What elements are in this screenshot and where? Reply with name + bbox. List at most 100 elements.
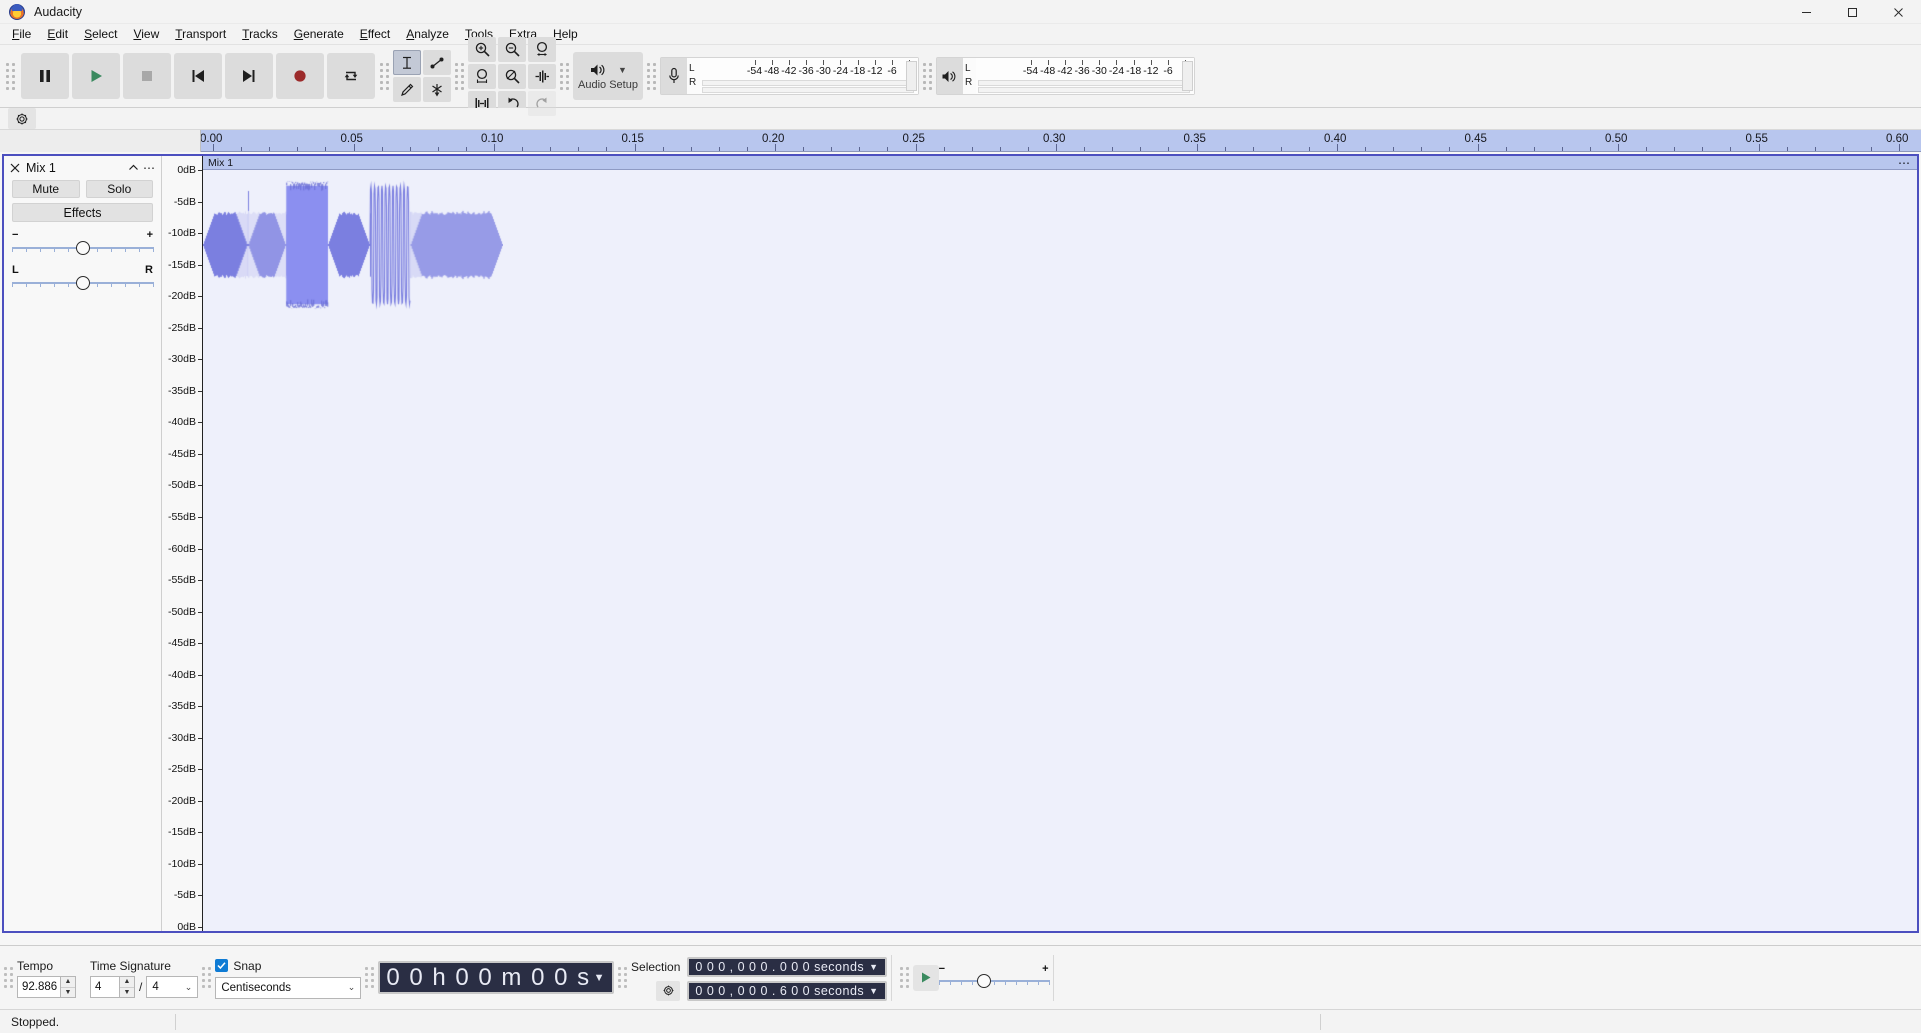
vertical-db-ruler[interactable]: 0dB -5dB -10dB -15dB -20dB -25dB -30dB -35dB -40…	[162, 156, 203, 933]
play-at-speed-grip[interactable]	[899, 961, 909, 995]
zoom-toggle-button[interactable]	[498, 63, 526, 89]
gear-icon[interactable]	[8, 108, 36, 129]
snap-checkbox[interactable]	[215, 959, 229, 972]
timeline-ruler[interactable]: 0.00 0.05 0.10 0.15 0.20 0.25 0.30 0.35 0.40 0.45…	[201, 130, 1921, 152]
timeline-label: 0.20	[762, 133, 785, 145]
menu-effect[interactable]: Effect	[352, 25, 398, 43]
play-at-speed-button[interactable]	[912, 964, 939, 991]
tempo-input[interactable]: 92.886	[17, 976, 61, 998]
menu-edit[interactable]: Edit	[39, 25, 76, 43]
clip-header[interactable]: Mix 1 ⋯	[203, 156, 1917, 170]
minimize-icon[interactable]	[1783, 0, 1829, 24]
selection-tool[interactable]	[393, 50, 421, 75]
pan-slider[interactable]: L R	[12, 265, 154, 292]
ellipsis-icon[interactable]: ⋯	[1898, 157, 1911, 169]
time-signature-upper-stepper[interactable]: ▲ ▼	[120, 976, 135, 998]
menu-view[interactable]: View	[125, 25, 167, 43]
timeline-major-tick	[1337, 144, 1338, 151]
speaker-icon	[591, 64, 605, 75]
chevron-down-icon[interactable]: ▼	[869, 986, 878, 996]
chevron-up-icon[interactable]	[125, 160, 141, 176]
microphone-icon[interactable]	[661, 58, 687, 94]
playback-meter[interactable]: L R -54-48-42-36-30-24-18-12-60	[936, 57, 1195, 95]
maximize-icon[interactable]	[1829, 0, 1875, 24]
recording-meter[interactable]: L R -54-48-42-36-30-24-18-12-60	[660, 57, 919, 95]
stop-button[interactable]	[122, 53, 171, 99]
mute-solo-row: Mute Solo	[4, 176, 161, 198]
waveform-area[interactable]: Mix 1 ⋯	[203, 156, 1917, 931]
loop-button[interactable]	[326, 53, 375, 99]
playback-speed-slider[interactable]: − +	[938, 963, 1050, 991]
gain-slider-knob[interactable]	[75, 241, 90, 255]
tools-toolbar-grip[interactable]	[379, 53, 390, 99]
db-ruler-tick	[198, 264, 202, 266]
snapping-grip[interactable]	[202, 961, 212, 995]
audio-position-display[interactable]: 0 0 h 0 0 m 0 0 s ▼	[378, 961, 615, 994]
close-icon[interactable]	[1875, 0, 1921, 24]
fit-project-button[interactable]	[468, 63, 496, 89]
multi-tool[interactable]	[423, 77, 451, 102]
selection-settings-gear-icon[interactable]	[656, 980, 681, 1001]
zoom-out-button[interactable]	[498, 36, 526, 62]
playback-meter-grip[interactable]	[922, 53, 933, 99]
bottom-toolbar-dock: Tempo 92.886 ▲ ▼ Time Signature 4 ▲ ▼ / 4	[0, 945, 1921, 1009]
record-right-label: R	[689, 77, 697, 88]
audio-setup-button[interactable]: ▼ Audio Setup	[573, 52, 643, 100]
audio-position-value: 0 0 h 0 0 m 0 0 s	[386, 963, 591, 991]
db-ruler-label: -25dB	[167, 763, 196, 776]
speaker-icon[interactable]	[937, 58, 963, 94]
play-button[interactable]	[71, 53, 120, 99]
close-icon[interactable]	[8, 161, 22, 175]
pan-slider-knob[interactable]	[75, 276, 90, 290]
waveform-canvas[interactable]	[203, 170, 503, 320]
menu-tracks[interactable]: Tracks	[234, 25, 286, 43]
snap-mode-select[interactable]: Centiseconds ⌄	[215, 976, 362, 999]
db-ruler-label: -45dB	[167, 447, 196, 460]
recording-meter-grip[interactable]	[646, 53, 657, 99]
gain-slider[interactable]: − +	[12, 230, 154, 257]
timeline-major-tick	[1196, 144, 1198, 151]
timeline-minor-tick	[1252, 147, 1254, 151]
trim-audio-button[interactable]	[528, 63, 556, 89]
time-signature-upper-input[interactable]: 4	[90, 976, 120, 998]
tempo-stepper[interactable]: ▲ ▼	[61, 976, 76, 998]
title-bar: Audacity	[0, 0, 1921, 24]
solo-button[interactable]: Solo	[85, 180, 153, 198]
mute-button[interactable]: Mute	[12, 180, 80, 198]
skip-to-end-button[interactable]	[224, 53, 273, 99]
db-ruler-tick	[198, 453, 202, 455]
envelope-tool[interactable]	[423, 50, 451, 75]
menu-transport[interactable]: Transport	[167, 25, 234, 43]
playback-meter-bars[interactable]: -54-48-42-36-30-24-18-12-60	[976, 58, 1194, 94]
menu-generate[interactable]: Generate	[286, 25, 352, 43]
time-signature-lower-select[interactable]: 4 ⌄	[146, 976, 199, 998]
edit-toolbar-grip[interactable]	[454, 53, 465, 99]
ellipsis-icon[interactable]: ⋯	[141, 160, 157, 176]
zoom-in-button[interactable]	[468, 36, 496, 62]
db-ruler-tick	[198, 516, 202, 518]
selection-start-display[interactable]: 0 0 0 , 0 0 0 . 0 0 0 seconds ▼	[687, 956, 887, 977]
chevron-down-icon[interactable]: ▼	[869, 962, 878, 972]
record-button[interactable]	[275, 53, 324, 99]
audio-setup-grip[interactable]	[559, 53, 570, 99]
menu-bar: File Edit Select View Transport Tracks Generat…	[0, 24, 1921, 45]
recording-meter-bars[interactable]: -54-48-42-36-30-24-18-12-60	[700, 58, 918, 94]
time-signature-grip[interactable]	[4, 961, 13, 995]
skip-to-start-button[interactable]	[173, 53, 222, 99]
playback-meter-toolbar: L R -54-48-42-36-30-24-18-12-60	[919, 45, 1195, 107]
pause-button[interactable]	[20, 53, 69, 99]
selection-end-display[interactable]: 0 0 0 , 0 0 0 . 6 0 0 seconds ▼	[687, 980, 887, 1001]
speed-slider-knob[interactable]	[976, 973, 991, 988]
chevron-down-icon[interactable]: ▼	[594, 972, 606, 984]
fit-selection-button[interactable]	[528, 36, 556, 62]
menu-analyze[interactable]: Analyze	[398, 25, 457, 43]
menu-select[interactable]: Select	[76, 25, 125, 43]
transport-toolbar-grip[interactable]	[5, 53, 16, 99]
effects-button[interactable]: Effects	[12, 203, 153, 222]
time-toolbar-grip[interactable]	[365, 961, 375, 995]
draw-tool[interactable]	[393, 77, 421, 102]
redo-button[interactable]	[528, 90, 556, 116]
timeline-minor-tick	[943, 147, 945, 151]
menu-file[interactable]: File	[4, 25, 39, 43]
selection-toolbar-grip[interactable]	[618, 961, 628, 995]
